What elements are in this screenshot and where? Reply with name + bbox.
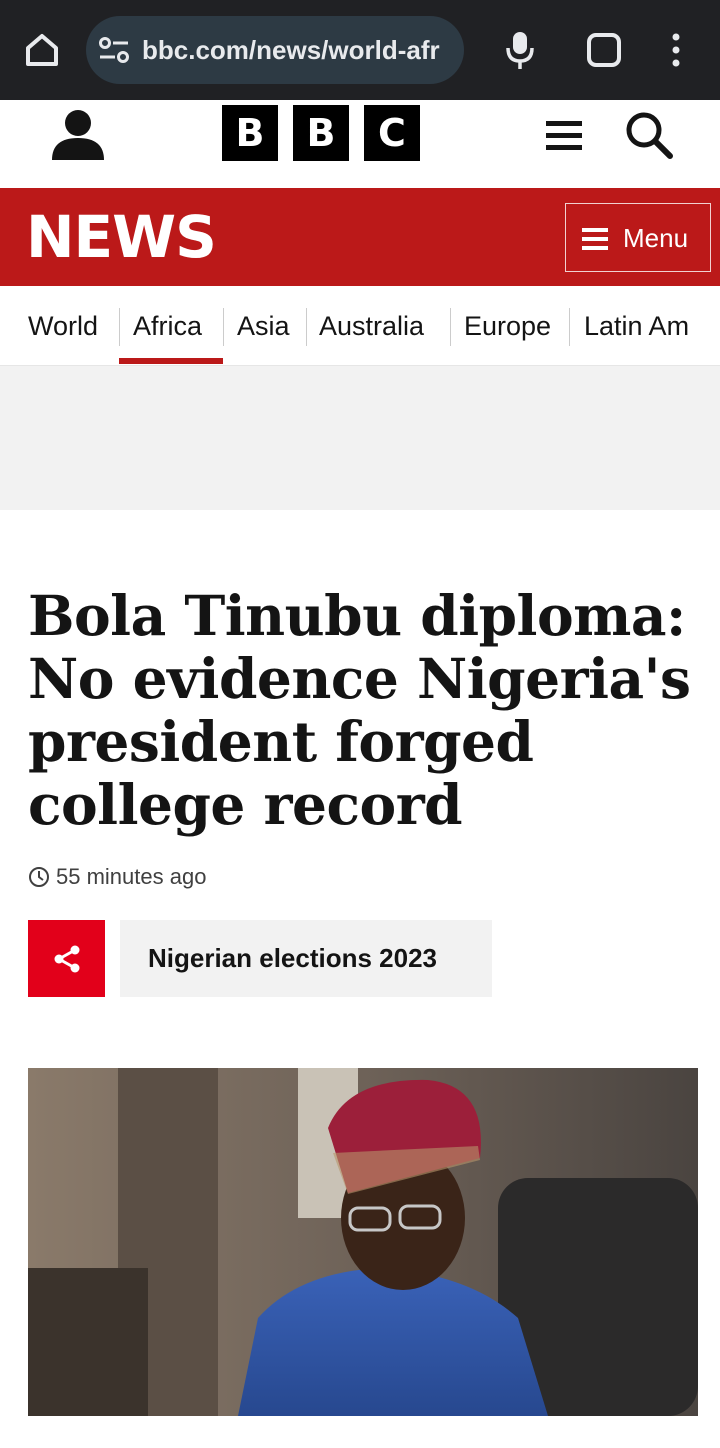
home-icon[interactable] <box>22 28 62 72</box>
logo-letter: B <box>222 105 278 161</box>
timestamp-text: 55 minutes ago <box>56 864 207 889</box>
menu-button-label: Menu <box>623 223 689 253</box>
clock-icon <box>28 866 50 888</box>
browser-toolbar: bbc.com/news/world-afr <box>0 0 720 100</box>
more-options-icon[interactable] <box>664 30 688 70</box>
account-icon[interactable] <box>48 108 108 160</box>
nav-divider <box>223 308 224 346</box>
tabs-icon[interactable] <box>586 32 622 68</box>
nav-item-europe[interactable]: Europe <box>464 286 551 365</box>
nav-item-world[interactable]: World <box>28 286 98 365</box>
address-bar[interactable]: bbc.com/news/world-afr <box>86 16 464 84</box>
nav-divider <box>450 308 451 346</box>
logo-letter: B <box>293 105 349 161</box>
menu-icon <box>582 228 608 250</box>
site-header: B B C <box>0 100 720 188</box>
share-button[interactable] <box>28 920 105 997</box>
site-settings-icon[interactable] <box>98 36 130 64</box>
topic-tag[interactable]: Nigerian elections 2023 <box>120 920 492 997</box>
url-text[interactable]: bbc.com/news/world-afr <box>142 34 450 66</box>
news-banner: NEWS Menu <box>0 188 720 286</box>
active-section-indicator <box>119 358 223 364</box>
menu-icon[interactable] <box>546 120 582 152</box>
article-headline: Bola Tinubu diploma: No evidence Nigeria… <box>28 583 691 837</box>
section-nav: World Africa Asia Australia Europe Latin… <box>0 286 720 366</box>
news-wordmark[interactable]: NEWS <box>26 205 217 269</box>
nav-divider <box>306 308 307 346</box>
nav-item-latin-america[interactable]: Latin Am <box>584 286 689 365</box>
search-icon[interactable] <box>624 110 674 160</box>
ad-placeholder <box>0 366 720 510</box>
menu-button[interactable]: Menu <box>565 203 711 272</box>
bbc-logo[interactable]: B B C <box>222 105 420 161</box>
nav-divider <box>119 308 120 346</box>
nav-item-australia[interactable]: Australia <box>319 286 424 365</box>
microphone-icon[interactable] <box>502 28 538 72</box>
nav-item-asia[interactable]: Asia <box>237 286 290 365</box>
share-icon <box>54 945 80 973</box>
nav-item-africa[interactable]: Africa <box>133 286 202 365</box>
article-hero-image <box>28 1068 698 1416</box>
article-timestamp: 55 minutes ago <box>28 862 206 892</box>
nav-divider <box>569 308 570 346</box>
logo-letter: C <box>364 105 420 161</box>
